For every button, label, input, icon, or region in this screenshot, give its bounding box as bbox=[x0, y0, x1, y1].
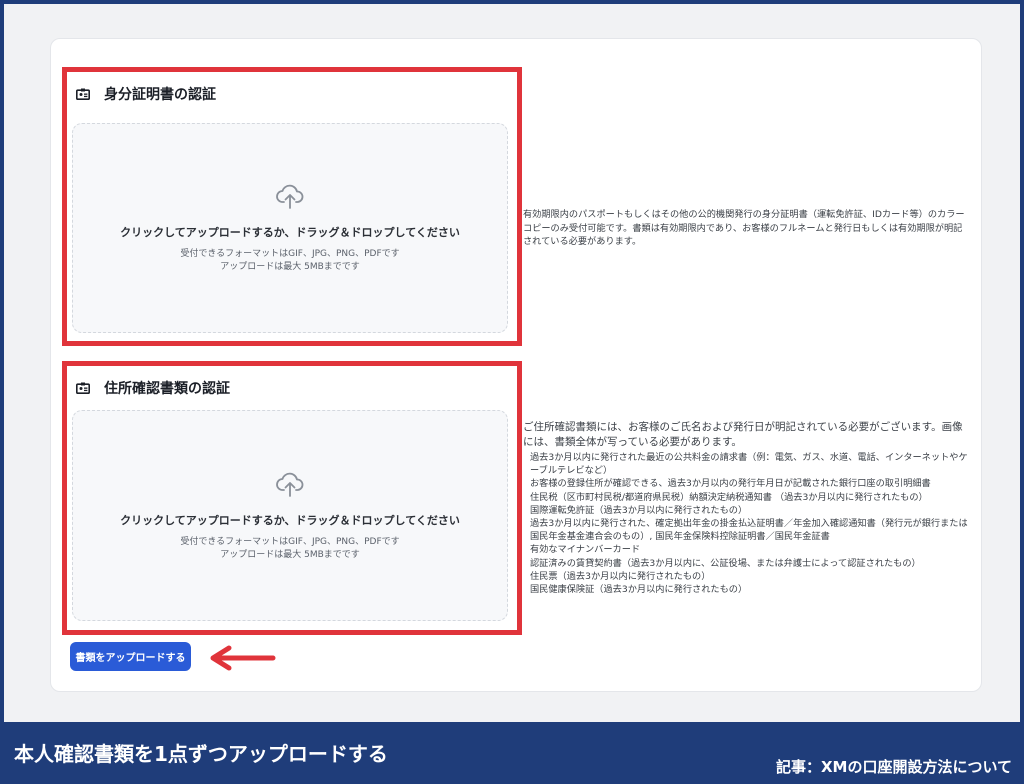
id-card-icon bbox=[76, 88, 90, 100]
id-card-icon bbox=[76, 382, 90, 394]
accepted-documents-list: 過去3か月以内に発行された最近の公共料金の請求書（例：電気、ガス、水道、電話、イ… bbox=[530, 451, 968, 596]
list-item: 住民税（区市町村民税/都道府県民税）納額決定納税通知書 （過去3か月以内に発行さ… bbox=[530, 491, 928, 503]
address-upload-dropzone[interactable]: クリックしてアップロードするか、ドラッグ＆ドロップしてください 受付できるフォー… bbox=[72, 410, 508, 621]
list-item: 住民票（過去3か月以内に発行されたもの） bbox=[530, 570, 711, 582]
list-item: お客様の登録住所が確認できる、過去3か月以内の発行年月日が記載された銀行口座の取… bbox=[530, 478, 931, 490]
caption-text: 本人確認書類を1点ずつアップロードする bbox=[14, 742, 388, 766]
upload-documents-button[interactable]: 書類をアップロードする bbox=[70, 642, 191, 671]
id-verification-title: 身分証明書の認証 bbox=[104, 87, 216, 103]
dropzone-max-size: アップロードは最大 5MBまでです bbox=[220, 262, 360, 272]
arrow-left-icon bbox=[210, 645, 276, 671]
cloud-upload-icon bbox=[276, 184, 304, 209]
dropzone-max-size: アップロードは最大 5MBまでです bbox=[220, 549, 360, 560]
dropzone-instruction: クリックしてアップロードするか、ドラッグ＆ドロップしてください bbox=[120, 226, 460, 239]
list-item: 認証済みの賃貸契約書（過去3か月以内に、公証役場、または弁護士によって認証された… bbox=[530, 557, 921, 569]
list-item: 有効なマイナンバーカード bbox=[530, 544, 641, 556]
address-verification-description: ご住所確認書類には、お客様のご氏名および発行日が明記されている必要がございます。… bbox=[523, 421, 963, 448]
dropzone-instruction: クリックしてアップロードするか、ドラッグ＆ドロップしてください bbox=[120, 513, 460, 527]
article-link[interactable]: 記事：XMの口座開設方法について bbox=[776, 756, 1012, 777]
id-verification-description: 有効期限内のパスポートもしくはその他の公的機関発行の身分証明書（運転免許証、ID… bbox=[523, 209, 965, 247]
address-verification-title: 住所確認書類の認証 bbox=[104, 381, 230, 397]
id-verification-section: 身分証明書の認証 クリックしてアップロードするか、ドラッグ＆ドロップしてください… bbox=[62, 67, 522, 346]
address-verification-section: 住所確認書類の認証 クリックしてアップロードするか、ドラッグ＆ドロップしてくださ… bbox=[62, 361, 522, 635]
list-item: 過去3か月以内に発行された最近の公共料金の請求書（例：電気、ガス、水道、電話、イ… bbox=[530, 452, 968, 477]
list-item: 過去3か月以内に発行された、確定拠出年金の掛金払込証明書／年金加入確認通知書（発… bbox=[530, 518, 968, 543]
dropzone-formats: 受付できるフォーマットはGIF、JPG、PNG、PDFです bbox=[180, 536, 400, 547]
dropzone-formats: 受付できるフォーマットはGIF、JPG、PNG、PDFです bbox=[180, 249, 400, 259]
id-upload-dropzone[interactable]: クリックしてアップロードするか、ドラッグ＆ドロップしてください 受付できるフォー… bbox=[72, 123, 508, 333]
list-item: 国際運転免許証（過去3か月以内に発行されたもの） bbox=[530, 504, 748, 516]
list-item: 国民健康保険証（過去3か月以内に発行されたもの） bbox=[530, 584, 748, 596]
id-verification-title-row: 身分証明書の認証 bbox=[76, 84, 216, 104]
address-verification-title-row: 住所確認書類の認証 bbox=[76, 378, 230, 398]
cloud-upload-icon bbox=[276, 472, 304, 497]
